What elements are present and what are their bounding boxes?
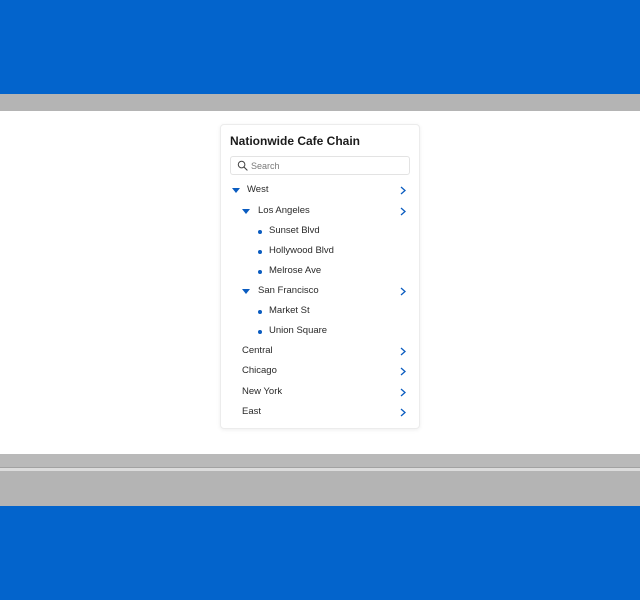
bullet-icon [258,310,262,314]
tree-leaf-label: Melrose Ave [269,265,322,276]
bullet-icon [258,250,262,254]
tree-leaf-melrose-ave[interactable]: Melrose Ave [221,263,419,281]
top-grey-bar [0,94,640,111]
chevron-right-icon[interactable] [399,388,407,397]
tree-leaf-sunset-blvd[interactable]: Sunset Blvd [221,223,419,241]
bullet-icon [258,330,262,334]
caret-down-icon[interactable] [232,188,240,193]
tree-leaf-label: Sunset Blvd [269,225,320,236]
tree-node-los-angeles[interactable]: Los Angeles [221,203,419,221]
bottom-grey-strip [0,454,640,468]
chevron-right-icon[interactable] [399,287,407,296]
search-input[interactable] [251,158,401,173]
tree-leaf-hollywood-blvd[interactable]: Hollywood Blvd [221,243,419,261]
tree-leaf-union-square[interactable]: Union Square [221,323,419,341]
chevron-right-icon[interactable] [399,408,407,417]
tree-node-west[interactable]: West [221,182,419,200]
tree-node-label: West [247,184,269,195]
tree-node-label: Los Angeles [258,205,310,216]
top-blue-band [0,0,640,94]
search-box[interactable] [230,156,410,175]
search-icon [237,160,248,171]
tree-node-new-york[interactable]: New York [221,384,419,402]
tree-node-east[interactable]: East [221,404,419,422]
chevron-right-icon[interactable] [399,347,407,356]
navigation-tree-panel: Nationwide Cafe Chain West Los Angeles S… [220,124,420,429]
chevron-right-icon[interactable] [399,186,407,195]
tree-leaf-label: Hollywood Blvd [269,245,334,256]
chevron-right-icon[interactable] [399,367,407,376]
bullet-icon [258,230,262,234]
bottom-blue-band [0,506,640,600]
chevron-right-icon[interactable] [399,207,407,216]
tree-node-chicago[interactable]: Chicago [221,363,419,381]
tree-node-label: New York [242,386,283,397]
caret-down-icon[interactable] [242,209,250,214]
tree-node-label: Central [242,345,273,356]
tree-leaf-label: Market St [269,305,310,316]
tree-node-san-francisco[interactable]: San Francisco [221,283,419,301]
tree-node-label: San Francisco [258,285,319,296]
caret-down-icon[interactable] [242,289,250,294]
panel-title: Nationwide Cafe Chain [230,134,361,148]
tree-node-label: East [242,406,262,417]
tree-node-central[interactable]: Central [221,343,419,361]
tree-leaf-label: Union Square [269,325,328,336]
tree-leaf-market-st[interactable]: Market St [221,303,419,321]
tree-node-label: Chicago [242,365,277,376]
bottom-grey-bar [0,471,640,506]
bullet-icon [258,270,262,274]
